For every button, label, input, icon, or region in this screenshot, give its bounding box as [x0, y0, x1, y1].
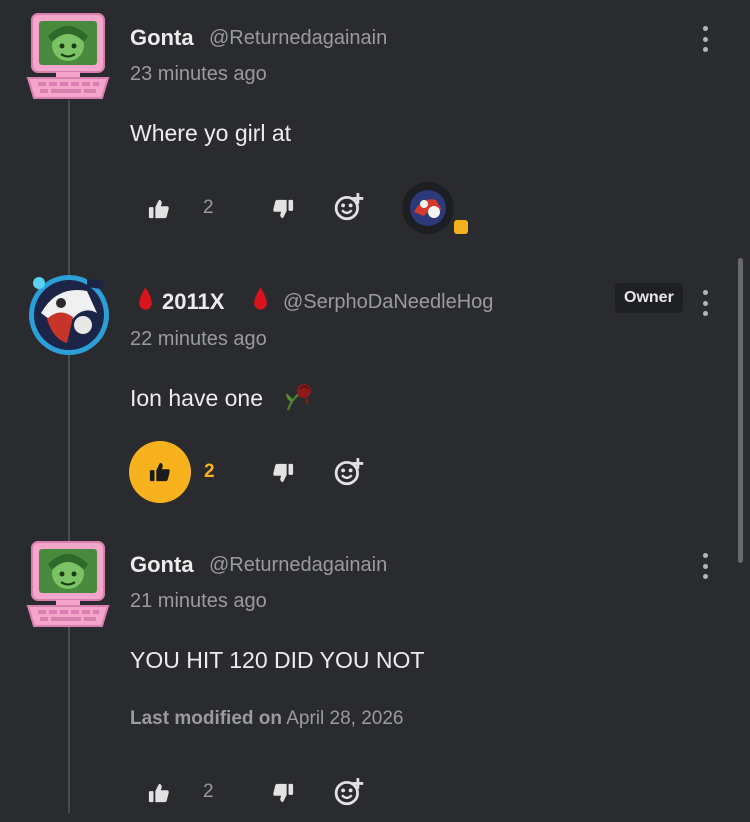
- author-handle[interactable]: @Returnedagainain: [209, 554, 387, 577]
- thumbs-down-icon[interactable]: [272, 462, 294, 484]
- like-count: 2: [204, 461, 215, 482]
- owner-badge: Owner: [615, 283, 683, 313]
- comment-actions: 2: [0, 441, 750, 503]
- blood-drop-icon: [252, 286, 269, 312]
- last-modified-label: Last modified on: [130, 708, 282, 729]
- comment-time: 22 minutes ago: [130, 328, 267, 350]
- user-avatar[interactable]: [27, 273, 111, 357]
- like-count: 2: [203, 781, 214, 802]
- reactor-avatar[interactable]: [402, 182, 454, 234]
- last-modified-date: April 28, 2026: [286, 708, 404, 729]
- comment-time: 21 minutes ago: [130, 590, 267, 612]
- last-modified: Last modified on April 28, 2026: [130, 708, 403, 730]
- comment-text: Ion have one: [130, 385, 264, 411]
- author-name[interactable]: Gonta: [130, 25, 194, 51]
- author-handle[interactable]: @SerphoDaNeedleHog: [283, 291, 493, 314]
- scrollbar[interactable]: [738, 258, 743, 563]
- user-avatar[interactable]: [26, 12, 110, 100]
- author-name[interactable]: 2011X: [162, 289, 224, 315]
- blood-drop-icon: [137, 286, 154, 312]
- add-reaction-icon[interactable]: [334, 192, 364, 222]
- comment-actions: 2: [0, 180, 750, 240]
- like-count: 2: [203, 197, 214, 218]
- add-reaction-icon[interactable]: [334, 777, 364, 807]
- author-handle[interactable]: @Returnedagainain: [209, 27, 387, 50]
- reaction-badge: [454, 220, 468, 234]
- wilted-rose-emoji: [286, 384, 311, 411]
- comment-text: YOU HIT 120 DID YOU NOT: [130, 647, 425, 673]
- add-reaction-icon[interactable]: [334, 457, 364, 487]
- user-avatar[interactable]: [26, 540, 110, 628]
- comment-actions: 2: [0, 762, 750, 822]
- thumbs-up-icon: [149, 461, 171, 483]
- thumbs-up-icon[interactable]: [148, 782, 170, 804]
- thumbs-up-icon[interactable]: [148, 198, 170, 220]
- thumbs-down-icon[interactable]: [272, 782, 294, 804]
- author-name[interactable]: Gonta: [130, 552, 194, 578]
- more-options-icon[interactable]: [702, 553, 708, 579]
- comment-text: Where yo girl at: [130, 120, 292, 146]
- more-options-icon[interactable]: [702, 290, 708, 316]
- like-button-active[interactable]: [129, 441, 191, 503]
- thumbs-down-icon[interactable]: [272, 198, 294, 220]
- more-options-icon[interactable]: [702, 26, 708, 52]
- comment-time: 23 minutes ago: [130, 63, 267, 85]
